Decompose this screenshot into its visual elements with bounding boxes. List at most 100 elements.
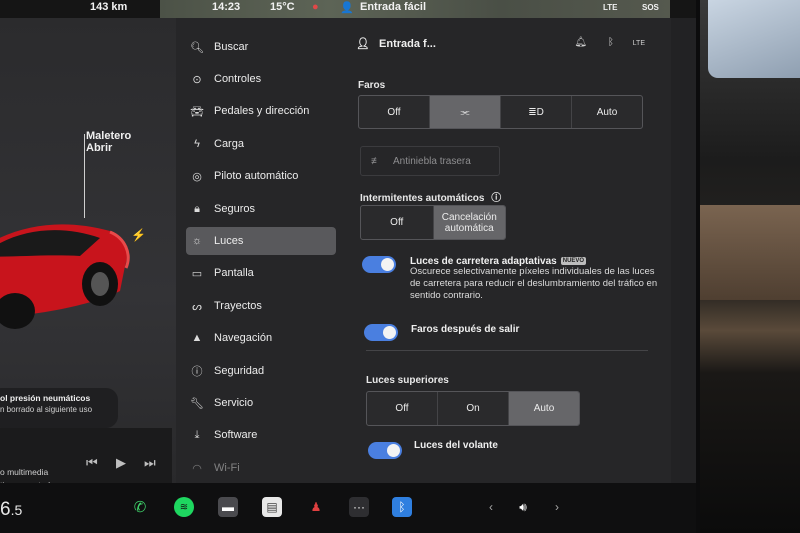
menu-item-label: Servicio — [214, 397, 254, 409]
menu-item-label: Luces — [214, 235, 244, 247]
next-track-icon[interactable]: ⏭ — [144, 455, 156, 471]
lte-signal: LTE — [632, 40, 645, 47]
headlights-off-option[interactable]: Off — [359, 96, 429, 128]
menu-item-software[interactable]: ⤓ Software — [186, 421, 336, 449]
phone-icon[interactable]: ✆ — [130, 497, 150, 517]
joystick-icon[interactable]: ♟ — [306, 497, 326, 517]
headlights-auto-option[interactable]: Auto — [571, 96, 642, 128]
tpms-title: ol presión neumáticos — [0, 393, 91, 403]
dashcam-icon[interactable]: ▬ — [218, 497, 238, 517]
lock-icon: 🔒︎ — [194, 202, 200, 215]
top-lights-auto-option[interactable]: Auto — [508, 392, 579, 425]
calendar-icon[interactable]: ▤ — [262, 497, 282, 517]
menu-item-label: Pedales y dirección — [214, 105, 310, 117]
indicators-off-option[interactable]: Off — [361, 206, 433, 239]
menu-item-trayectos[interactable]: ᔕ Trayectos — [186, 292, 336, 320]
chevron-right-icon[interactable]: › — [547, 497, 567, 517]
wifi-icon: ◠ — [192, 462, 202, 475]
new-badge: NUEVO — [560, 257, 587, 265]
menu-item-label: Wi-Fi — [214, 462, 240, 474]
window-view — [708, 0, 800, 78]
sos-button[interactable]: SOS — [642, 3, 659, 12]
parking-lights-icon: ⫘ — [460, 106, 470, 118]
wrench-icon: 🔧︎ — [190, 397, 204, 410]
steering-wheel-icon: ◎ — [192, 170, 202, 183]
lightning-icon: ϟ — [194, 138, 200, 150]
menu-item-label: Controles — [214, 73, 262, 85]
temperature-integer: 6 — [0, 499, 11, 520]
top-lights-title: Luces superiores — [366, 375, 449, 386]
volume-icon[interactable]: 🔊︎ — [513, 497, 533, 517]
touchscreen: 143 km 14:23 15°C ● 👤 Entrada fácil LTE … — [0, 0, 696, 533]
bluetooth-icon[interactable]: ᛒ — [608, 37, 614, 48]
driver-profile[interactable]: 👤︎ Entrada f... — [356, 37, 436, 50]
status-profile[interactable]: Entrada fácil — [360, 1, 426, 13]
headlights-title: Faros — [358, 80, 386, 91]
menu-item-pedales[interactable]: 🚘︎ Pedales y dirección — [186, 97, 336, 125]
toggle-icon: ⊙ — [192, 73, 202, 86]
tpms-subtitle: n borrado al siguiente uso — [0, 405, 93, 414]
bell-icon[interactable]: 🔔︎ — [574, 37, 587, 48]
menu-item-piloto[interactable]: ◎ Piloto automático — [186, 162, 336, 190]
status-bar: 143 km 14:23 15°C ● 👤 Entrada fácil LTE … — [0, 0, 696, 18]
chevron-left-icon[interactable]: ‹ — [481, 497, 501, 517]
menu-item-carga[interactable]: ϟ Carga — [186, 130, 336, 158]
top-lights-on-option[interactable]: On — [437, 392, 508, 425]
menu-item-luces[interactable]: ☼ Luces — [186, 227, 336, 255]
trunk-action: Abrir — [86, 142, 113, 154]
cabin-temperature[interactable]: 6.5 — [0, 499, 22, 521]
play-icon[interactable]: ▶ — [116, 455, 126, 471]
indicators-auto-cancel-option[interactable]: Cancelación automática — [432, 206, 505, 239]
outside-temperature: 15°C — [270, 1, 295, 13]
status-network: LTE — [603, 3, 618, 12]
download-icon: ⤓ — [194, 428, 200, 441]
trunk-control[interactable]: Maletero Abrir — [86, 130, 131, 154]
spotify-icon[interactable]: ≋ — [174, 497, 194, 517]
top-lights-selector: Off On Auto — [366, 391, 580, 426]
rear-fog-button[interactable]: ≢ Antiniebla trasera — [360, 146, 500, 176]
fog-light-icon: ≢ — [371, 155, 381, 167]
parking-lights-option[interactable]: ⫘ — [429, 96, 500, 128]
person-icon: 👤︎ — [356, 38, 370, 50]
menu-item-servicio[interactable]: 🔧︎ Servicio — [186, 389, 336, 417]
profile-icon[interactable]: 👤 — [340, 1, 354, 14]
rear-fog-label: Antiniebla trasera — [393, 155, 471, 167]
previous-track-icon[interactable]: ⏮ — [86, 455, 98, 471]
menu-item-label: Pantalla — [214, 267, 254, 279]
menu-search[interactable]: 🔍︎ Buscar — [186, 33, 336, 61]
lights-settings-panel: 👤︎ Entrada f... 🔔︎ ᛒ LTE Faros Off ⫘ ≣D … — [346, 18, 671, 483]
media-line1: o multimedia — [0, 467, 49, 477]
menu-item-label: Seguridad — [214, 365, 265, 377]
menu-item-wifi[interactable]: ◠ Wi-Fi — [186, 454, 336, 482]
menu-item-seguros[interactable]: 🔒︎ Seguros — [186, 195, 336, 223]
trunk-label: Maletero — [86, 130, 132, 142]
display-icon: ▭ — [191, 267, 203, 280]
menu-item-label: Navegación — [214, 332, 273, 344]
top-lights-off-option[interactable]: Off — [367, 392, 437, 425]
headlights-after-exit-label: Faros después de salir — [411, 324, 520, 335]
steering-lights-toggle[interactable] — [368, 442, 402, 459]
menu-item-label: Seguros — [214, 203, 255, 215]
more-apps-icon[interactable]: ··· — [349, 497, 369, 517]
auto-indicators-label: Intermitentes automáticos — [360, 193, 485, 204]
settings-menu: 🔍︎ Buscar ⊙ Controles 🚘︎ Pedales y direc… — [176, 18, 346, 483]
menu-item-label: Piloto automático — [214, 170, 299, 182]
auto-indicators-selector: Off Cancelación automática — [360, 205, 506, 240]
car-interior-background — [700, 0, 800, 533]
low-beam-icon: ≣D — [528, 106, 544, 118]
menu-item-navegacion[interactable]: ▲ Navegación — [186, 324, 336, 352]
section-divider — [366, 350, 648, 351]
low-beam-option[interactable]: ≣D — [500, 96, 571, 128]
headlights-after-exit-toggle[interactable] — [364, 324, 398, 341]
record-icon[interactable]: ● — [312, 1, 319, 13]
tire-pressure-alert[interactable]: ol presión neumáticos n borrado al sigui… — [0, 388, 118, 428]
info-icon[interactable]: ⓘ — [491, 193, 501, 204]
header-icons: 🔔︎ ᛒ LTE — [574, 37, 645, 48]
menu-item-seguridad[interactable]: ⓘ Seguridad — [186, 357, 336, 385]
bluetooth-app-icon[interactable]: ᛒ — [392, 497, 412, 517]
car-icon: 🚘︎ — [190, 105, 204, 118]
adaptive-high-beam-toggle[interactable] — [362, 256, 396, 273]
headlights-selector: Off ⫘ ≣D Auto — [358, 95, 643, 129]
menu-item-controles[interactable]: ⊙ Controles — [186, 65, 336, 93]
menu-item-pantalla[interactable]: ▭ Pantalla — [186, 259, 336, 287]
